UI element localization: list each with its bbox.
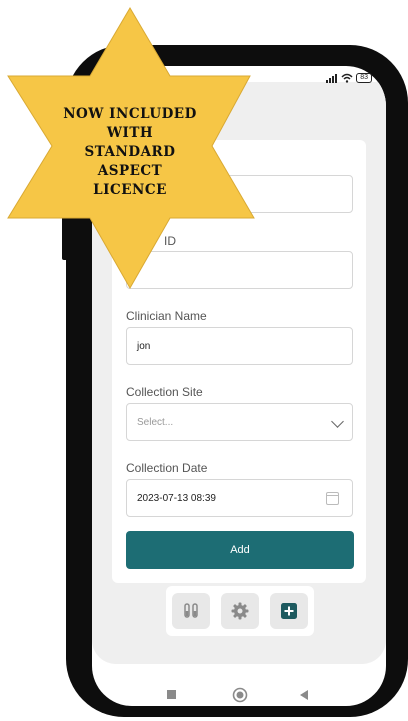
test-tubes-icon [184, 603, 198, 618]
battery-indicator: 83 [356, 73, 372, 83]
collection-site-label: Collection Site [126, 385, 203, 399]
square-icon[interactable] [167, 690, 176, 699]
badge-line: LICENCE [93, 182, 167, 198]
collection-date-label: Collection Date [126, 461, 208, 475]
collection-site-select[interactable]: Select... [126, 403, 353, 441]
collection-date-field[interactable]: 2023-07-13 08:39 [126, 479, 353, 517]
calendar-icon[interactable] [326, 492, 339, 505]
collection-site-placeholder: Select... [137, 416, 174, 428]
phone-side-button [400, 212, 408, 252]
badge-line: ASPECT [97, 163, 163, 179]
clinician-name-value: jon [137, 340, 151, 352]
tab-add[interactable] [270, 593, 308, 629]
badge-line: NOW INCLUDED [63, 106, 197, 122]
back-triangle-icon[interactable] [300, 690, 308, 700]
signal-icon [326, 73, 338, 83]
system-navigation-bar [167, 687, 308, 703]
status-bar: 83 [326, 71, 372, 85]
gear-icon [231, 602, 249, 620]
collection-date-value: 2023-07-13 08:39 [137, 492, 216, 504]
wifi-icon [341, 73, 353, 83]
tab-settings[interactable] [221, 593, 259, 629]
tab-tests[interactable] [172, 593, 210, 629]
add-button[interactable]: Add [126, 531, 354, 569]
badge-line: WITH [106, 125, 154, 141]
chevron-down-icon [331, 415, 344, 428]
promo-badge-text: NOW INCLUDED WITH STANDARD ASPECT LICENC… [40, 105, 220, 200]
clinician-name-field[interactable]: jon [126, 327, 353, 365]
add-square-icon [281, 603, 297, 619]
badge-line: STANDARD [84, 144, 176, 160]
clinician-name-label: Clinician Name [126, 309, 207, 323]
